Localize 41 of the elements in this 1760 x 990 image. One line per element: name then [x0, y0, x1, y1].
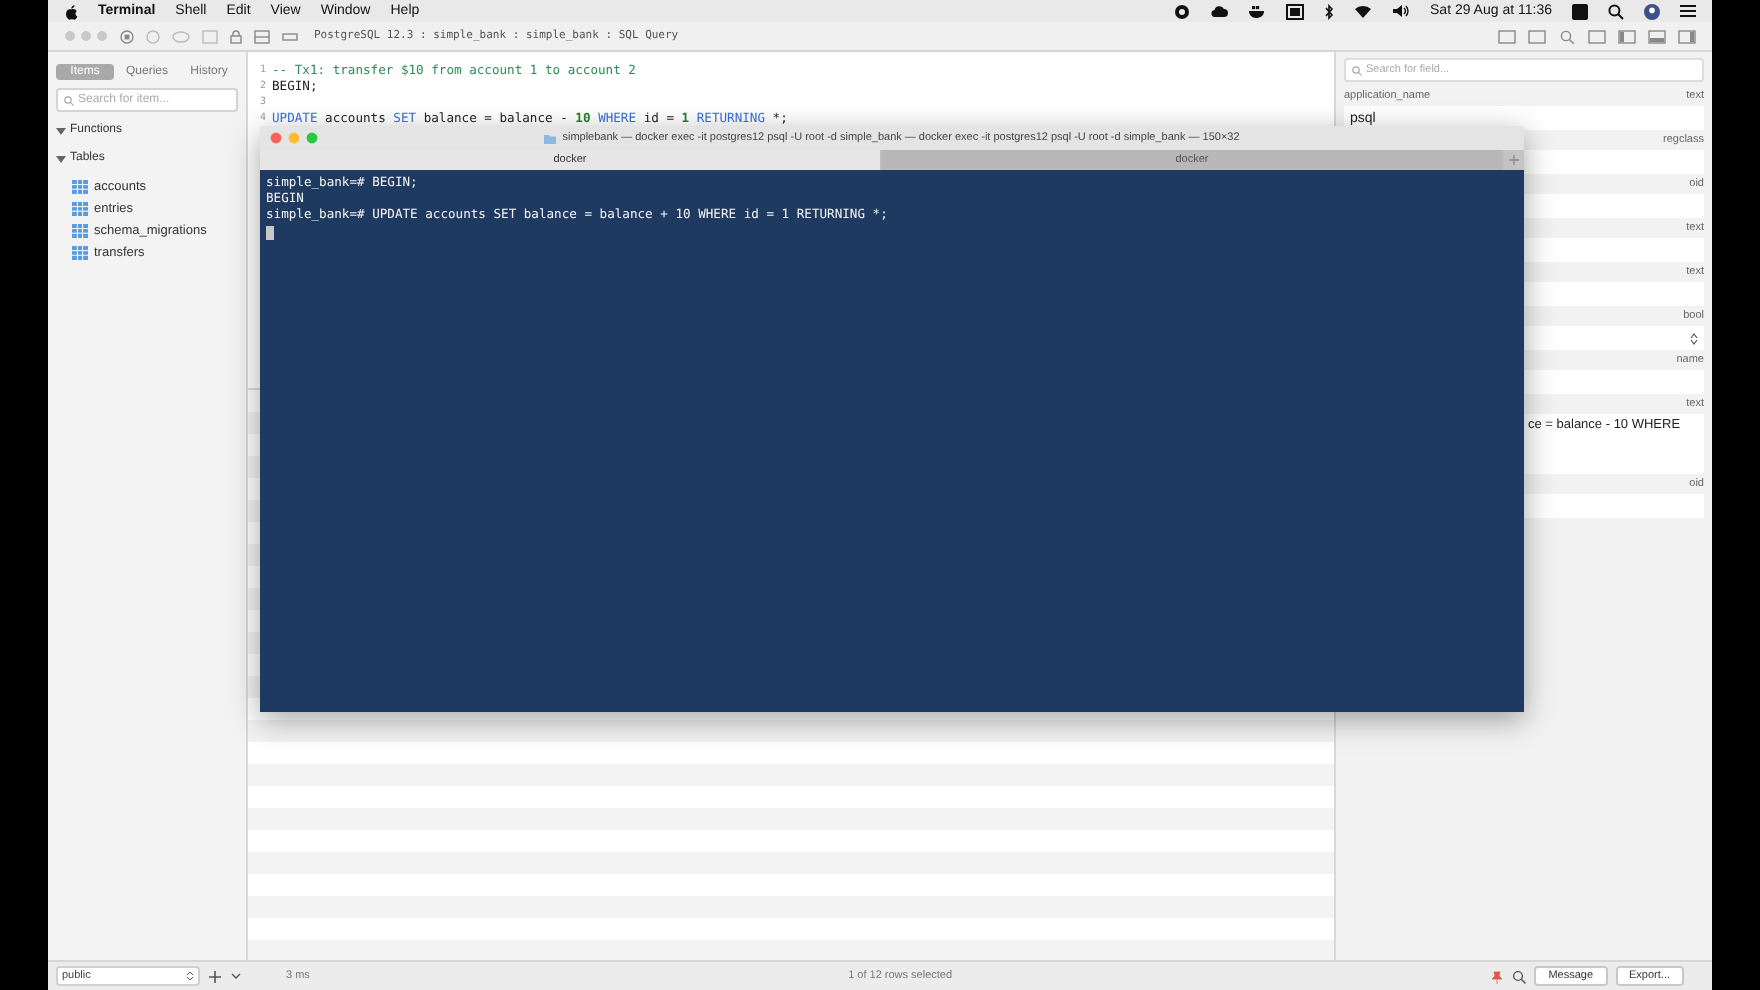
volume-icon[interactable]	[1392, 4, 1411, 18]
pin-icon[interactable]	[1490, 969, 1505, 983]
table-icon	[72, 180, 88, 194]
search-icon[interactable]	[1608, 3, 1624, 19]
input-field[interactable]	[1524, 282, 1704, 306]
table-icon	[72, 202, 88, 216]
display-icon[interactable]	[1286, 3, 1305, 19]
panel-bottom-icon[interactable]	[1648, 29, 1666, 43]
folder-icon	[544, 133, 557, 143]
apple-logo-icon[interactable]	[64, 3, 78, 19]
search-icon	[64, 95, 74, 105]
cloud-icon[interactable]	[1210, 4, 1229, 18]
input-field[interactable]	[1524, 494, 1704, 518]
user-circle-icon[interactable]	[1644, 3, 1660, 19]
chevron-down-icon[interactable]	[230, 970, 242, 982]
select-field[interactable]	[1524, 326, 1704, 350]
lock-icon[interactable]	[230, 29, 242, 43]
text-cursor	[266, 226, 274, 240]
disclosure-triangle-icon[interactable]	[56, 153, 66, 163]
table-icon	[72, 246, 88, 260]
updown-icon	[1690, 331, 1698, 345]
input-field[interactable]	[1524, 150, 1704, 174]
bluetooth-icon[interactable]	[1324, 3, 1335, 19]
input-field[interactable]	[1524, 370, 1704, 394]
updown-icon	[186, 970, 194, 982]
database-icon[interactable]	[254, 29, 270, 43]
wifi-icon[interactable]	[1354, 4, 1373, 18]
sidebar-left-icon[interactable]	[1618, 29, 1636, 43]
table-icon	[72, 224, 88, 238]
stop-icon[interactable]	[120, 29, 134, 43]
search-icon	[1352, 65, 1362, 75]
input-field[interactable]	[1524, 238, 1704, 262]
plus-icon[interactable]	[208, 969, 222, 983]
new-tab-plus-icon[interactable]	[1504, 150, 1524, 170]
input-field[interactable]	[1524, 194, 1704, 218]
search-icon[interactable]	[1512, 969, 1527, 983]
record-icon[interactable]	[1174, 3, 1191, 19]
sidebar-right-icon[interactable]	[1678, 29, 1696, 43]
disclosure-triangle-icon[interactable]	[56, 125, 66, 135]
menu-icon[interactable]	[1680, 4, 1696, 18]
window-controls-icon[interactable]	[270, 132, 318, 144]
